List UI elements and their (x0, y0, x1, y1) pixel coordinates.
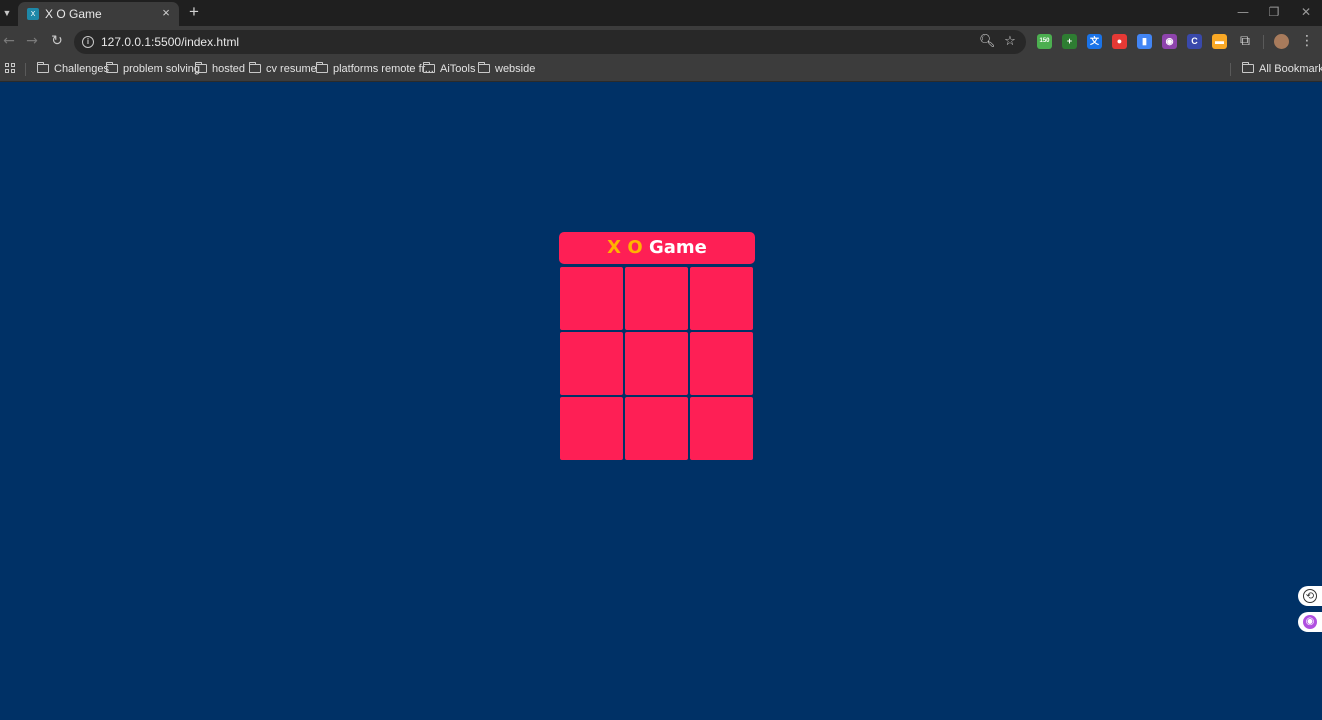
brain-extension-icon[interactable]: ◉ (1162, 34, 1177, 49)
counter-extension-icon[interactable]: 150 (1037, 34, 1052, 49)
url-text[interactable]: 127.0.0.1:5500/index.html (101, 35, 239, 49)
plus-extension-icon[interactable]: + (1062, 34, 1077, 49)
floating-ai-button[interactable]: ◉ (1298, 612, 1322, 632)
translate-extension-icon[interactable]: 文 (1087, 34, 1102, 49)
new-tab-plus-icon[interactable]: + (187, 3, 201, 20)
folder-icon (249, 62, 261, 73)
bookmark-star-icon[interactable]: ☆ (1002, 34, 1018, 50)
all-bookmarks-button[interactable]: All Bookmarks (1242, 61, 1322, 78)
window-close-icon[interactable]: ✕ (1296, 4, 1316, 20)
apps-grid-icon[interactable] (5, 63, 16, 74)
folder-icon (106, 62, 118, 73)
bookmark-folder-challenges[interactable]: Challenges (37, 61, 109, 78)
browser-toolbar: ← → ↻ i 127.0.0.1:5500/index.html 🔍︎ ☆ 1… (0, 26, 1322, 57)
board-cell-7[interactable] (560, 397, 623, 460)
tab-close-icon[interactable]: × (159, 6, 173, 20)
folder-icon (316, 62, 328, 73)
title-game-word: Game (648, 237, 707, 258)
bookmark-folder-platforms-remote[interactable]: platforms remote fr... (316, 61, 434, 78)
board-cell-6[interactable] (690, 332, 753, 395)
site-info-icon[interactable]: i (82, 36, 94, 48)
board-cell-3[interactable] (690, 267, 753, 330)
game-board (560, 267, 754, 461)
refresh-translate-icon: ⟲ (1303, 589, 1317, 603)
docs-extension-icon[interactable]: ▮ (1137, 34, 1152, 49)
zoom-magnifier-icon[interactable]: 🔍︎ (979, 34, 996, 50)
bookmark-folder-problem-solving[interactable]: problem solving (106, 61, 200, 78)
browser-menu-icon[interactable]: ⋮ (1298, 32, 1316, 50)
board-cell-8[interactable] (625, 397, 688, 460)
folder-icon (37, 62, 49, 73)
tab-search-chevron-icon[interactable]: ▼ (0, 3, 14, 23)
game-title: X O Game (559, 232, 755, 264)
extensions-puzzle-icon[interactable]: ⧉ (1236, 32, 1254, 50)
tab-title: X O Game (45, 7, 102, 21)
tag-extension-icon[interactable]: ▬ (1212, 34, 1227, 49)
board-cell-5[interactable] (625, 332, 688, 395)
bookmark-folder-aitools[interactable]: AiTools (423, 61, 475, 78)
board-cell-9[interactable] (690, 397, 753, 460)
record-extension-icon[interactable]: ● (1112, 34, 1127, 49)
bookmark-folder-webside[interactable]: webside (478, 61, 535, 78)
board-cell-1[interactable] (560, 267, 623, 330)
bookmark-folder-hosted[interactable]: hosted (195, 61, 245, 78)
bookmarks-bar: Challenges problem solving hosted cv res… (0, 57, 1322, 82)
brain-icon: ◉ (1303, 615, 1317, 629)
folder-icon (423, 62, 435, 73)
board-cell-2[interactable] (625, 267, 688, 330)
xo-game-container: X O Game (559, 232, 755, 460)
profile-avatar[interactable] (1274, 34, 1289, 49)
reload-icon[interactable]: ↻ (48, 32, 66, 50)
c-extension-icon[interactable]: C (1187, 34, 1202, 49)
board-cell-4[interactable] (560, 332, 623, 395)
tab-strip: ▼ X X O Game × + — ❐ ✕ (0, 0, 1322, 26)
folder-icon (195, 62, 207, 73)
title-o-letter: O (627, 237, 643, 258)
tab-xo-game[interactable]: X X O Game × (18, 2, 179, 26)
title-x-letter: X (607, 237, 622, 258)
folder-icon (1242, 62, 1254, 73)
floating-translate-button[interactable]: ⟲ (1298, 586, 1322, 606)
forward-arrow-icon[interactable]: → (23, 32, 41, 50)
bookmarks-divider (25, 63, 26, 76)
toolbar-divider (1263, 35, 1264, 49)
window-restore-icon[interactable]: ❐ (1264, 4, 1284, 20)
window-minimize-icon[interactable]: — (1233, 4, 1253, 20)
bookmark-folder-cv-resume[interactable]: cv resume (249, 61, 317, 78)
address-bar[interactable]: i 127.0.0.1:5500/index.html 🔍︎ ☆ (74, 30, 1026, 54)
folder-icon (478, 62, 490, 73)
back-arrow-icon[interactable]: ← (0, 32, 18, 50)
tab-favicon-icon: X (27, 8, 39, 20)
bookmarks-divider (1230, 63, 1231, 76)
